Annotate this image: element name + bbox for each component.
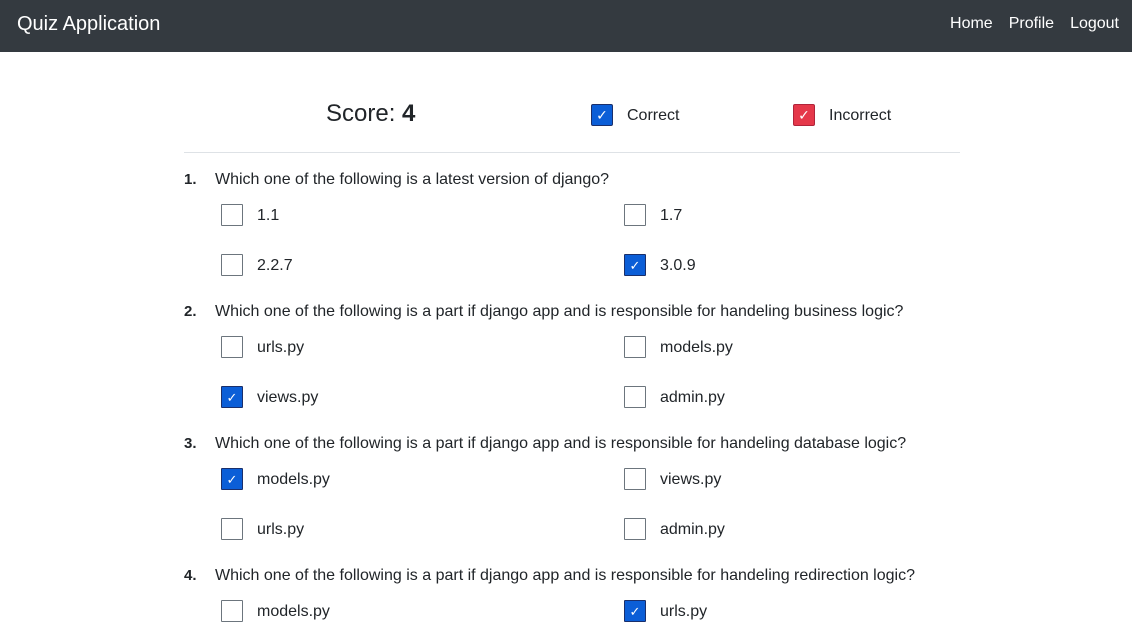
legend-incorrect: ✓ Incorrect	[793, 104, 891, 126]
answer-label: models.py	[257, 471, 330, 488]
check-icon: ✓	[629, 257, 641, 273]
question-line: 2. Which one of the following is a part i…	[184, 302, 960, 322]
question-number: 1.	[184, 171, 197, 188]
answer-checkbox[interactable]	[624, 336, 646, 358]
answer-label: admin.py	[660, 389, 725, 406]
answer-option[interactable]: ✓ views.py	[221, 386, 318, 408]
answer-label: 2.2.7	[257, 257, 293, 274]
answer-option[interactable]: ✓ urls.py	[624, 600, 707, 622]
question-text: Which one of the following is a latest v…	[215, 171, 610, 188]
answer-checkbox[interactable]	[221, 204, 243, 226]
nav-home-link[interactable]: Home	[950, 14, 993, 34]
answer-option[interactable]: views.py	[624, 468, 721, 490]
answer-option[interactable]: admin.py	[624, 386, 725, 408]
answer-option[interactable]: 1.7	[624, 204, 682, 226]
answer-checkbox[interactable]	[221, 518, 243, 540]
question-text: Which one of the following is a part if …	[215, 435, 907, 452]
answer-label: admin.py	[660, 521, 725, 538]
answer-checkbox[interactable]	[624, 468, 646, 490]
answer-label: models.py	[257, 603, 330, 620]
answer-option[interactable]: 1.1	[221, 204, 279, 226]
answer-checkbox[interactable]: ✓	[624, 254, 646, 276]
question-number: 3.	[184, 435, 197, 452]
answer-label: 3.0.9	[660, 257, 696, 274]
check-icon: ✓	[226, 471, 238, 487]
question-line: 3. Which one of the following is a part i…	[184, 434, 960, 454]
question-2: 2. Which one of the following is a part i…	[184, 302, 960, 408]
answer-option[interactable]: ✓ models.py	[221, 468, 330, 490]
answer-label: models.py	[660, 339, 733, 356]
answer-label: views.py	[660, 471, 722, 488]
nav-profile-link[interactable]: Profile	[1009, 14, 1054, 34]
check-icon: ✓	[793, 104, 815, 126]
answer-label: urls.py	[257, 339, 305, 356]
answer-label: views.py	[257, 389, 319, 406]
question-1: 1. Which one of the following is a latest…	[184, 170, 960, 276]
answer-label: 1.7	[660, 207, 683, 224]
legend-incorrect-label: Incorrect	[829, 107, 892, 124]
nav-links: Home Profile Logout	[934, 14, 1119, 34]
question-text: Which one of the following is a part if …	[215, 567, 915, 584]
question-text: Which one of the following is a part if …	[215, 303, 904, 320]
legend-correct: ✓ Correct	[591, 104, 679, 126]
question-line: 4. Which one of the following is a part i…	[184, 566, 960, 586]
question-number: 4.	[184, 567, 197, 584]
answer-option[interactable]: ✓ 3.0.9	[624, 254, 696, 276]
answer-checkbox[interactable]: ✓	[221, 386, 243, 408]
answer-option[interactable]: urls.py	[221, 518, 304, 540]
app-brand[interactable]: Quiz Application	[17, 12, 160, 36]
answer-checkbox[interactable]: ✓	[221, 468, 243, 490]
check-icon: ✓	[591, 104, 613, 126]
answer-label: urls.py	[660, 603, 708, 620]
score-display: Score: 4	[326, 99, 415, 129]
nav-logout-link[interactable]: Logout	[1070, 14, 1119, 34]
navbar: Quiz Application Home Profile Logout	[0, 0, 1132, 52]
legend-correct-label: Correct	[627, 107, 680, 124]
answer-checkbox[interactable]	[221, 600, 243, 622]
score-value: 4	[402, 100, 416, 127]
question-3: 3. Which one of the following is a part i…	[184, 434, 960, 540]
question-line: 1. Which one of the following is a latest…	[184, 170, 960, 190]
answer-option[interactable]: models.py	[624, 336, 733, 358]
answer-checkbox[interactable]	[221, 336, 243, 358]
check-icon: ✓	[629, 603, 641, 619]
divider	[184, 152, 960, 153]
answer-option[interactable]: urls.py	[221, 336, 304, 358]
answer-checkbox[interactable]	[221, 254, 243, 276]
answer-label: 1.1	[257, 207, 280, 224]
answer-checkbox[interactable]	[624, 386, 646, 408]
answer-label: urls.py	[257, 521, 305, 538]
check-icon: ✓	[226, 389, 238, 405]
answer-checkbox[interactable]	[624, 204, 646, 226]
answer-checkbox[interactable]: ✓	[624, 600, 646, 622]
score-label: Score:	[326, 100, 396, 127]
question-number: 2.	[184, 303, 197, 320]
answer-option[interactable]: models.py	[221, 600, 330, 622]
answer-option[interactable]: 2.2.7	[221, 254, 293, 276]
answer-checkbox[interactable]	[624, 518, 646, 540]
question-4: 4. Which one of the following is a part i…	[184, 566, 960, 622]
answer-option[interactable]: admin.py	[624, 518, 725, 540]
